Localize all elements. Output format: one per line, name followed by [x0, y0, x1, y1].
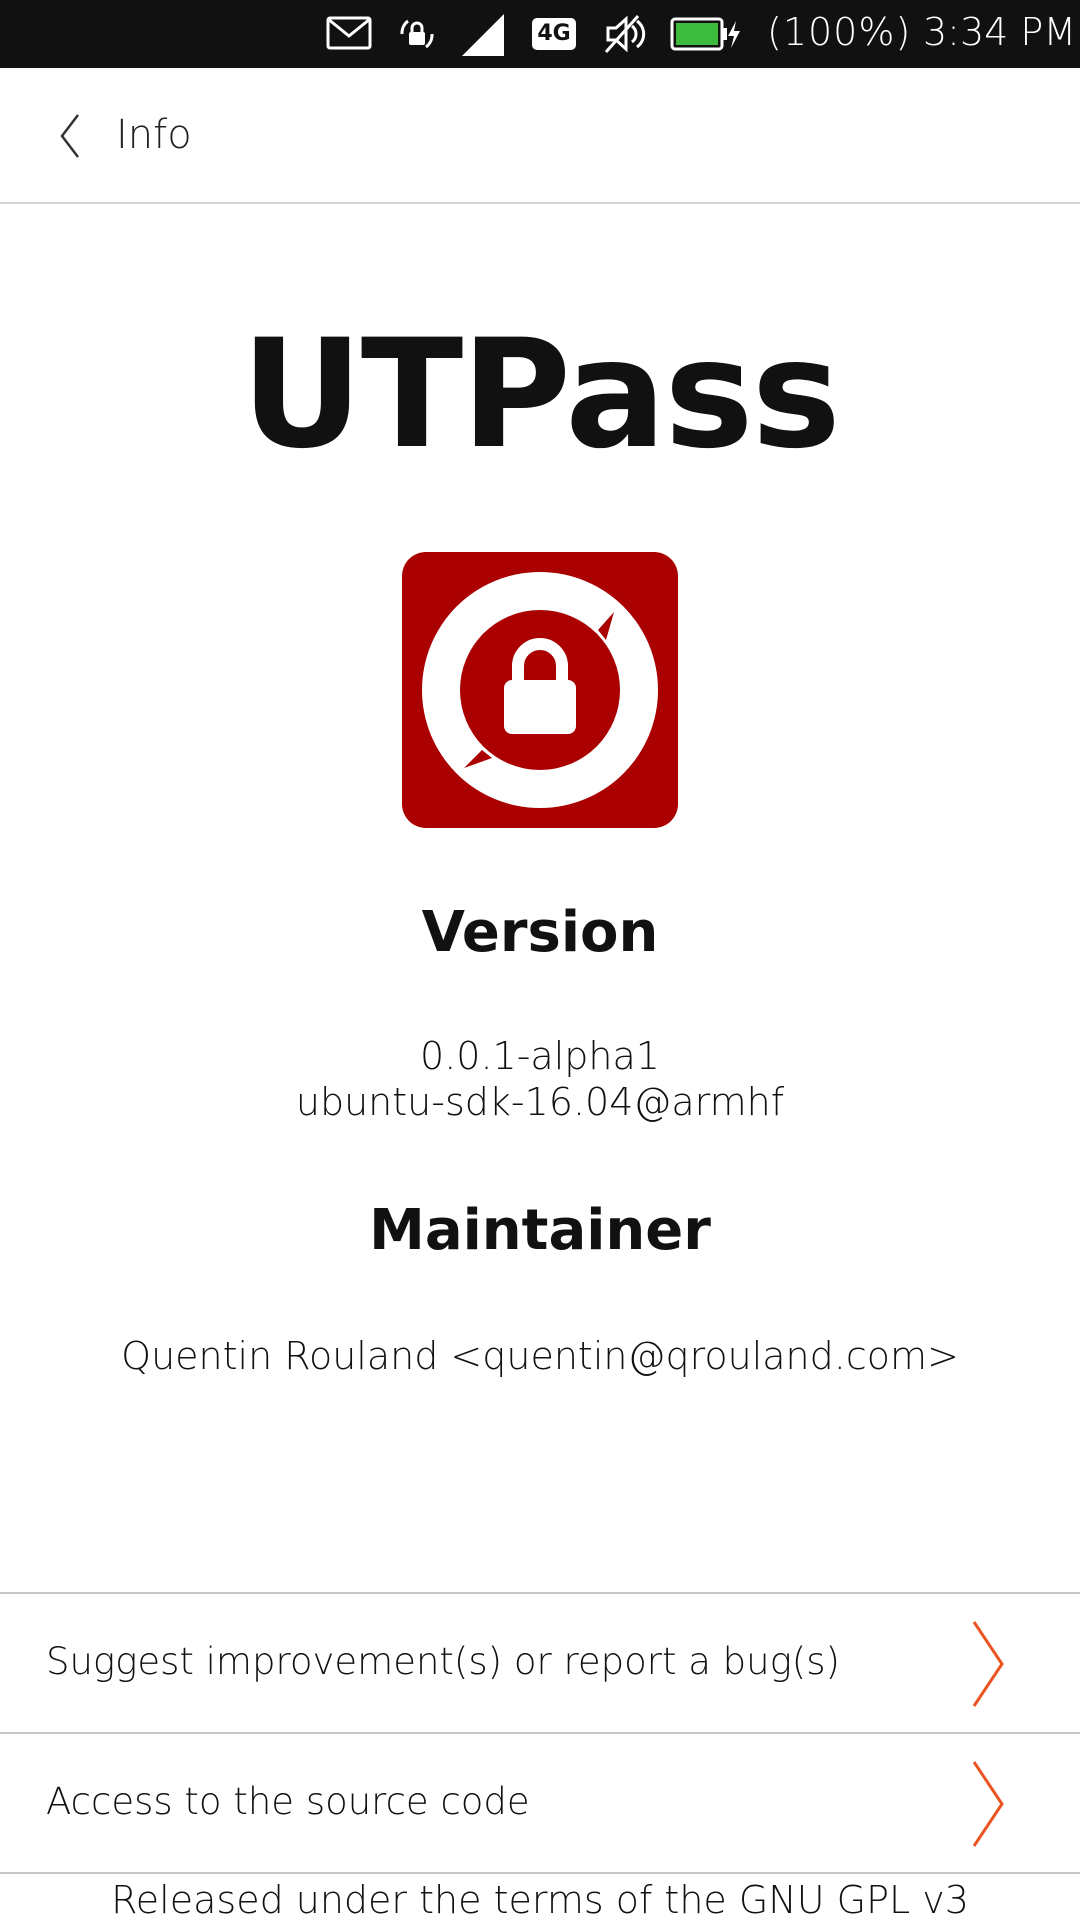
source-code-link[interactable]: Access to the source code	[0, 1732, 1080, 1874]
app-logo	[402, 552, 678, 828]
version-heading: Version	[421, 900, 659, 965]
page-title: Info	[116, 112, 192, 158]
maintainer-heading: Maintainer	[369, 1198, 711, 1263]
chevron-right-icon	[972, 1621, 1004, 1707]
license-text: Released under the terms of the GNU GPL …	[0, 1872, 1080, 1922]
network-type-label: 4G	[537, 21, 571, 46]
battery-charging-icon	[670, 17, 740, 51]
lock-icon	[422, 572, 658, 808]
report-bug-link[interactable]: Suggest improvement(s) or report a bug(s…	[0, 1592, 1080, 1732]
maintainer-contact: Quentin Rouland <quentin@qrouland.com>	[121, 1334, 959, 1378]
clock: 3:34 PM	[923, 10, 1077, 54]
rotation-lock-icon	[400, 19, 434, 49]
chevron-right-icon	[972, 1761, 1004, 1847]
status-bar: 4G (100%) 3:34 PM	[0, 0, 1080, 68]
mail-icon	[326, 16, 372, 50]
mute-icon	[604, 15, 646, 53]
report-bug-label: Suggest improvement(s) or report a bug(s…	[46, 1640, 840, 1683]
chevron-left-icon	[60, 114, 79, 158]
app-name: UTPass	[241, 308, 841, 482]
battery-percent: (100%)	[767, 10, 912, 54]
version-build: ubuntu-sdk-16.04@armhf	[295, 1080, 785, 1124]
back-button[interactable]	[40, 106, 100, 166]
page-header: Info	[0, 68, 1080, 204]
version-number: 0.0.1-alpha1	[420, 1034, 660, 1078]
signal-icon	[462, 14, 504, 56]
4g-icon: 4G	[532, 18, 576, 50]
source-code-label: Access to the source code	[46, 1780, 530, 1823]
